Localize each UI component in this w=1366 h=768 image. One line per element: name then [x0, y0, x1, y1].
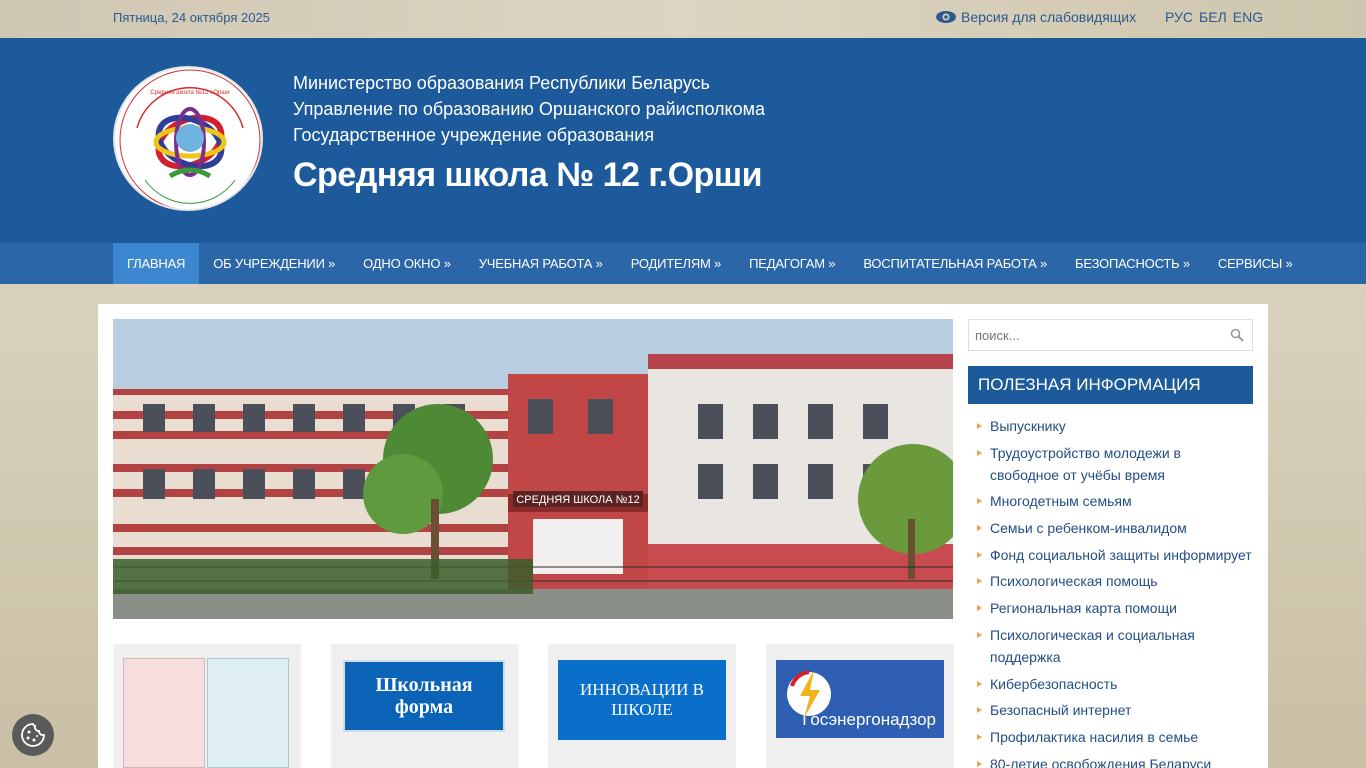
site-title[interactable]: Средняя школа № 12 г.Орши [293, 156, 763, 195]
department-line: Управление по образованию Оршанского рай… [293, 99, 766, 119]
sidebar-link-cybersecurity[interactable]: Кибербезопасность [968, 673, 1253, 695]
nav-teachers[interactable]: Педагогам » [735, 243, 849, 284]
current-date: Пятница, 24 октября 2025 [113, 10, 270, 25]
energy-logo-icon [787, 670, 831, 718]
sidebar-link-violence-prevention[interactable]: Профилактика насилия в семье [968, 726, 1253, 748]
nav-home[interactable]: Главная [113, 243, 200, 284]
institution-line: Государственное учреждение образования [293, 125, 655, 145]
tile-gosenergonadzor[interactable]: Госэнергонадзор [766, 644, 954, 768]
tile-certificates[interactable] [113, 644, 301, 768]
low-vision-link[interactable]: Версия для слабовидящих [935, 9, 1136, 25]
search-box [968, 319, 1253, 351]
sidebar-link-graduate[interactable]: Выпускнику [968, 415, 1253, 437]
certificate-image [123, 658, 205, 768]
nav-education-work[interactable]: Воспитательная работа » [849, 243, 1061, 284]
lang-bel[interactable]: БЕЛ [1199, 9, 1227, 25]
svg-text:Средняя школа №12 г.Орши: Средняя школа №12 г.Орши [150, 89, 229, 96]
useful-info-list: Выпускнику Трудоустройство молодежи в св… [968, 415, 1253, 768]
sidebar-link-liberation-80[interactable]: 80-летие освобождения Беларуси [968, 753, 1253, 768]
nav-about[interactable]: Об учреждении » [199, 243, 349, 284]
nav-parents[interactable]: Родителям » [617, 243, 735, 284]
banner-tiles: Школьная форма ИННОВАЦИИ В ШКОЛЕ Госэнер… [113, 644, 954, 768]
nav-services[interactable]: Сервисы » [1204, 243, 1307, 284]
sidebar-link-disabled-child[interactable]: Семьи с ребенком-инвалидом [968, 517, 1253, 539]
eye-icon [936, 11, 956, 23]
main-content: СРЕДНЯЯ ШКОЛА №12 Школьная форма ИННОВАЦ… [98, 304, 1268, 768]
lang-eng[interactable]: ENG [1233, 9, 1263, 25]
main-nav: Главная Об учреждении » Одно окно » Учеб… [0, 243, 1366, 284]
sidebar-link-large-families[interactable]: Многодетным семьям [968, 490, 1253, 512]
tile-school-uniform[interactable]: Школьная форма [331, 644, 519, 768]
ministry-line: Министерство образования Республики Бела… [293, 73, 710, 93]
language-switcher: РУС БЕЛ ENG [1165, 9, 1263, 25]
cookie-settings-button[interactable] [12, 714, 54, 756]
nav-safety[interactable]: Безопасность » [1061, 243, 1204, 284]
lang-rus[interactable]: РУС [1165, 9, 1193, 25]
nav-one-window[interactable]: Одно окно » [349, 243, 465, 284]
sidebar-link-psych-social-support[interactable]: Психологическая и социальная поддержка [968, 624, 1253, 668]
school-uniform-banner: Школьная форма [343, 660, 505, 732]
sidebar-link-social-fund[interactable]: Фонд социальной защиты информирует [968, 544, 1253, 566]
school-logo[interactable]: Средняя школа №12 г.Орши [113, 66, 263, 211]
search-input[interactable] [969, 320, 1219, 350]
top-bar: Пятница, 24 октября 2025 Версия для слаб… [0, 0, 1366, 38]
sidebar-title: Полезная информация [968, 366, 1253, 404]
license-image [207, 658, 289, 768]
innovations-banner: ИННОВАЦИИ В ШКОЛЕ [558, 660, 726, 740]
school-building-photo: СРЕДНЯЯ ШКОЛА №12 [113, 319, 953, 619]
low-vision-label: Версия для слабовидящих [961, 9, 1137, 25]
header-subtitles: Министерство образования Республики Бела… [293, 70, 765, 148]
sidebar-link-psych-help[interactable]: Психологическая помощь [968, 570, 1253, 592]
sidebar-link-safe-internet[interactable]: Безопасный интернет [968, 699, 1253, 721]
cookie-icon [21, 723, 45, 747]
sidebar-link-help-map[interactable]: Региональная карта помощи [968, 597, 1253, 619]
tile-innovations[interactable]: ИННОВАЦИИ В ШКОЛЕ [548, 644, 736, 768]
school-sign: СРЕДНЯЯ ШКОЛА №12 [516, 494, 639, 506]
search-icon[interactable] [1230, 328, 1244, 342]
site-header: Средняя школа №12 г.Орши Министерство об… [0, 38, 1366, 243]
sidebar-link-youth-employment[interactable]: Трудоустройство молодежи в свободное от … [968, 442, 1253, 486]
nav-study[interactable]: Учебная работа » [465, 243, 617, 284]
